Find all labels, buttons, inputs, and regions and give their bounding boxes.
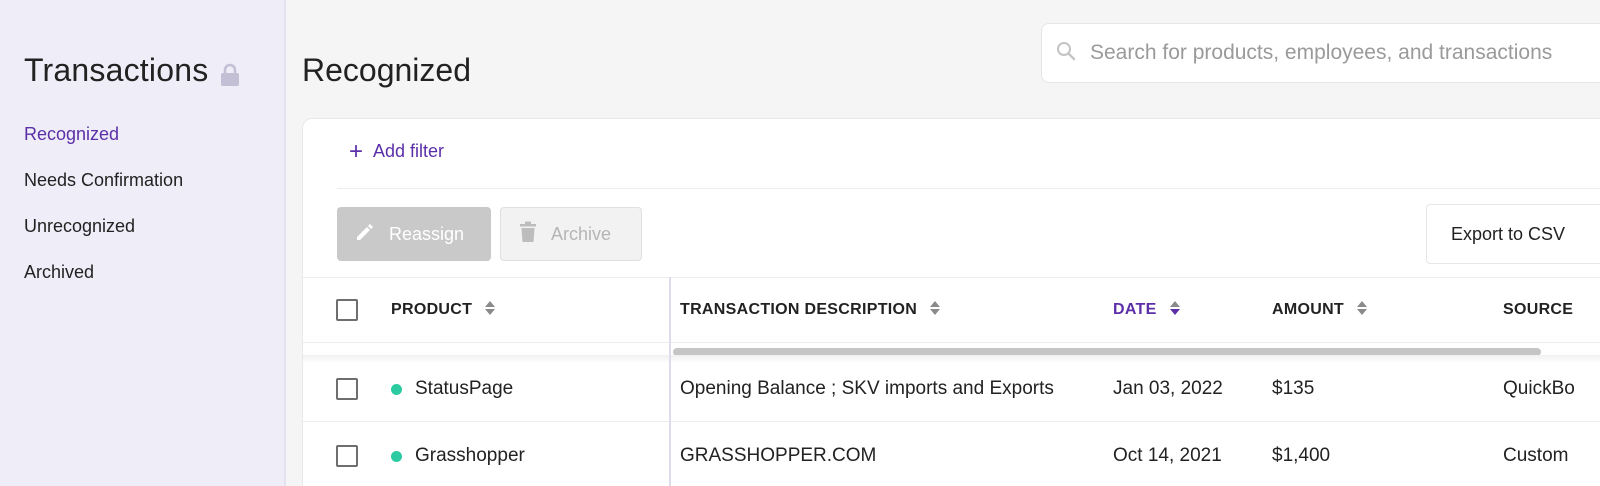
product-cell: Grasshopper — [391, 423, 525, 486]
main-content: Recognized + Add filter Reassign Archive… — [288, 0, 1600, 486]
reassign-label: Reassign — [389, 223, 465, 244]
status-dot-icon — [391, 450, 402, 462]
sidebar-item-recognized[interactable]: Recognized — [24, 120, 183, 166]
product-name: StatusPage — [415, 378, 514, 399]
add-filter-label: Add filter — [373, 141, 445, 161]
add-filter-button[interactable]: + Add filter — [349, 137, 445, 165]
search-icon — [1056, 41, 1076, 66]
archive-label: Archive — [551, 223, 612, 244]
sort-descending-icon — [1169, 300, 1181, 321]
source-cell: Custom — [1503, 445, 1569, 466]
row-checkbox[interactable] — [336, 445, 358, 467]
product-cell: StatusPage — [391, 356, 513, 422]
search-box[interactable] — [1041, 23, 1600, 83]
transactions-card: + Add filter Reassign Archive Export to … — [302, 118, 1600, 486]
amount-cell: $1,400 — [1272, 445, 1331, 466]
pencil-icon — [355, 222, 375, 247]
column-header-product[interactable]: PRODUCT — [391, 278, 496, 342]
sort-icon — [484, 300, 496, 321]
source-cell: QuickBo — [1503, 378, 1575, 399]
divider — [337, 188, 1600, 189]
status-dot-icon — [391, 383, 402, 395]
column-divider — [669, 277, 671, 486]
column-header-amount[interactable]: AMOUNT — [1272, 278, 1368, 342]
date-cell: Jan 03, 2022 — [1113, 378, 1223, 399]
date-cell: Oct 14, 2021 — [1113, 445, 1222, 466]
column-label-transaction-description: TRANSACTION DESCRIPTION — [680, 301, 918, 318]
export-csv-button[interactable]: Export to CSV — [1426, 204, 1600, 264]
description-cell: Opening Balance ; SKV imports and Export… — [680, 378, 1054, 399]
sidebar-title-text: Transactions — [24, 52, 209, 88]
plus-icon: + — [349, 137, 364, 165]
column-label-date: DATE — [1113, 301, 1157, 318]
row-checkbox[interactable] — [336, 378, 358, 400]
column-header-transaction-description[interactable]: TRANSACTION DESCRIPTION — [680, 278, 941, 342]
table-header: PRODUCT TRANSACTION DESCRIPTION DATE AMO… — [303, 277, 1600, 343]
description-cell: GRASSHOPPER.COM — [680, 445, 877, 466]
sidebar-item-unrecognized[interactable]: Unrecognized — [24, 212, 183, 258]
page-title: Recognized — [302, 52, 471, 88]
column-header-date[interactable]: DATE — [1113, 278, 1181, 342]
column-label-source: SOURCE — [1503, 301, 1574, 318]
search-input[interactable] — [1090, 41, 1600, 65]
sidebar-item-archived[interactable]: Archived — [24, 258, 183, 304]
sidebar: Transactions Recognized Needs Confirmati… — [0, 0, 286, 486]
select-all-checkbox[interactable] — [336, 299, 358, 321]
sidebar-title: Transactions — [24, 52, 242, 89]
archive-button[interactable]: Archive — [500, 207, 642, 261]
sidebar-item-needs-confirmation[interactable]: Needs Confirmation — [24, 166, 183, 212]
product-name: Grasshopper — [415, 445, 525, 466]
table-row[interactable]: Grasshopper GRASSHOPPER.COM Oct 14, 2021… — [303, 423, 1600, 486]
column-label-product: PRODUCT — [391, 301, 473, 318]
sort-icon — [1356, 300, 1368, 321]
sidebar-nav: Recognized Needs Confirmation Unrecogniz… — [24, 120, 183, 304]
trash-icon — [519, 221, 537, 248]
export-label: Export to CSV — [1451, 223, 1566, 244]
column-label-amount: AMOUNT — [1272, 301, 1345, 318]
table-row[interactable]: StatusPage Opening Balance ; SKV imports… — [303, 356, 1600, 422]
sort-icon — [929, 300, 941, 321]
reassign-button[interactable]: Reassign — [337, 207, 491, 261]
lock-icon — [220, 58, 242, 86]
column-header-source[interactable]: SOURCE — [1503, 278, 1573, 342]
amount-cell: $135 — [1272, 378, 1315, 399]
